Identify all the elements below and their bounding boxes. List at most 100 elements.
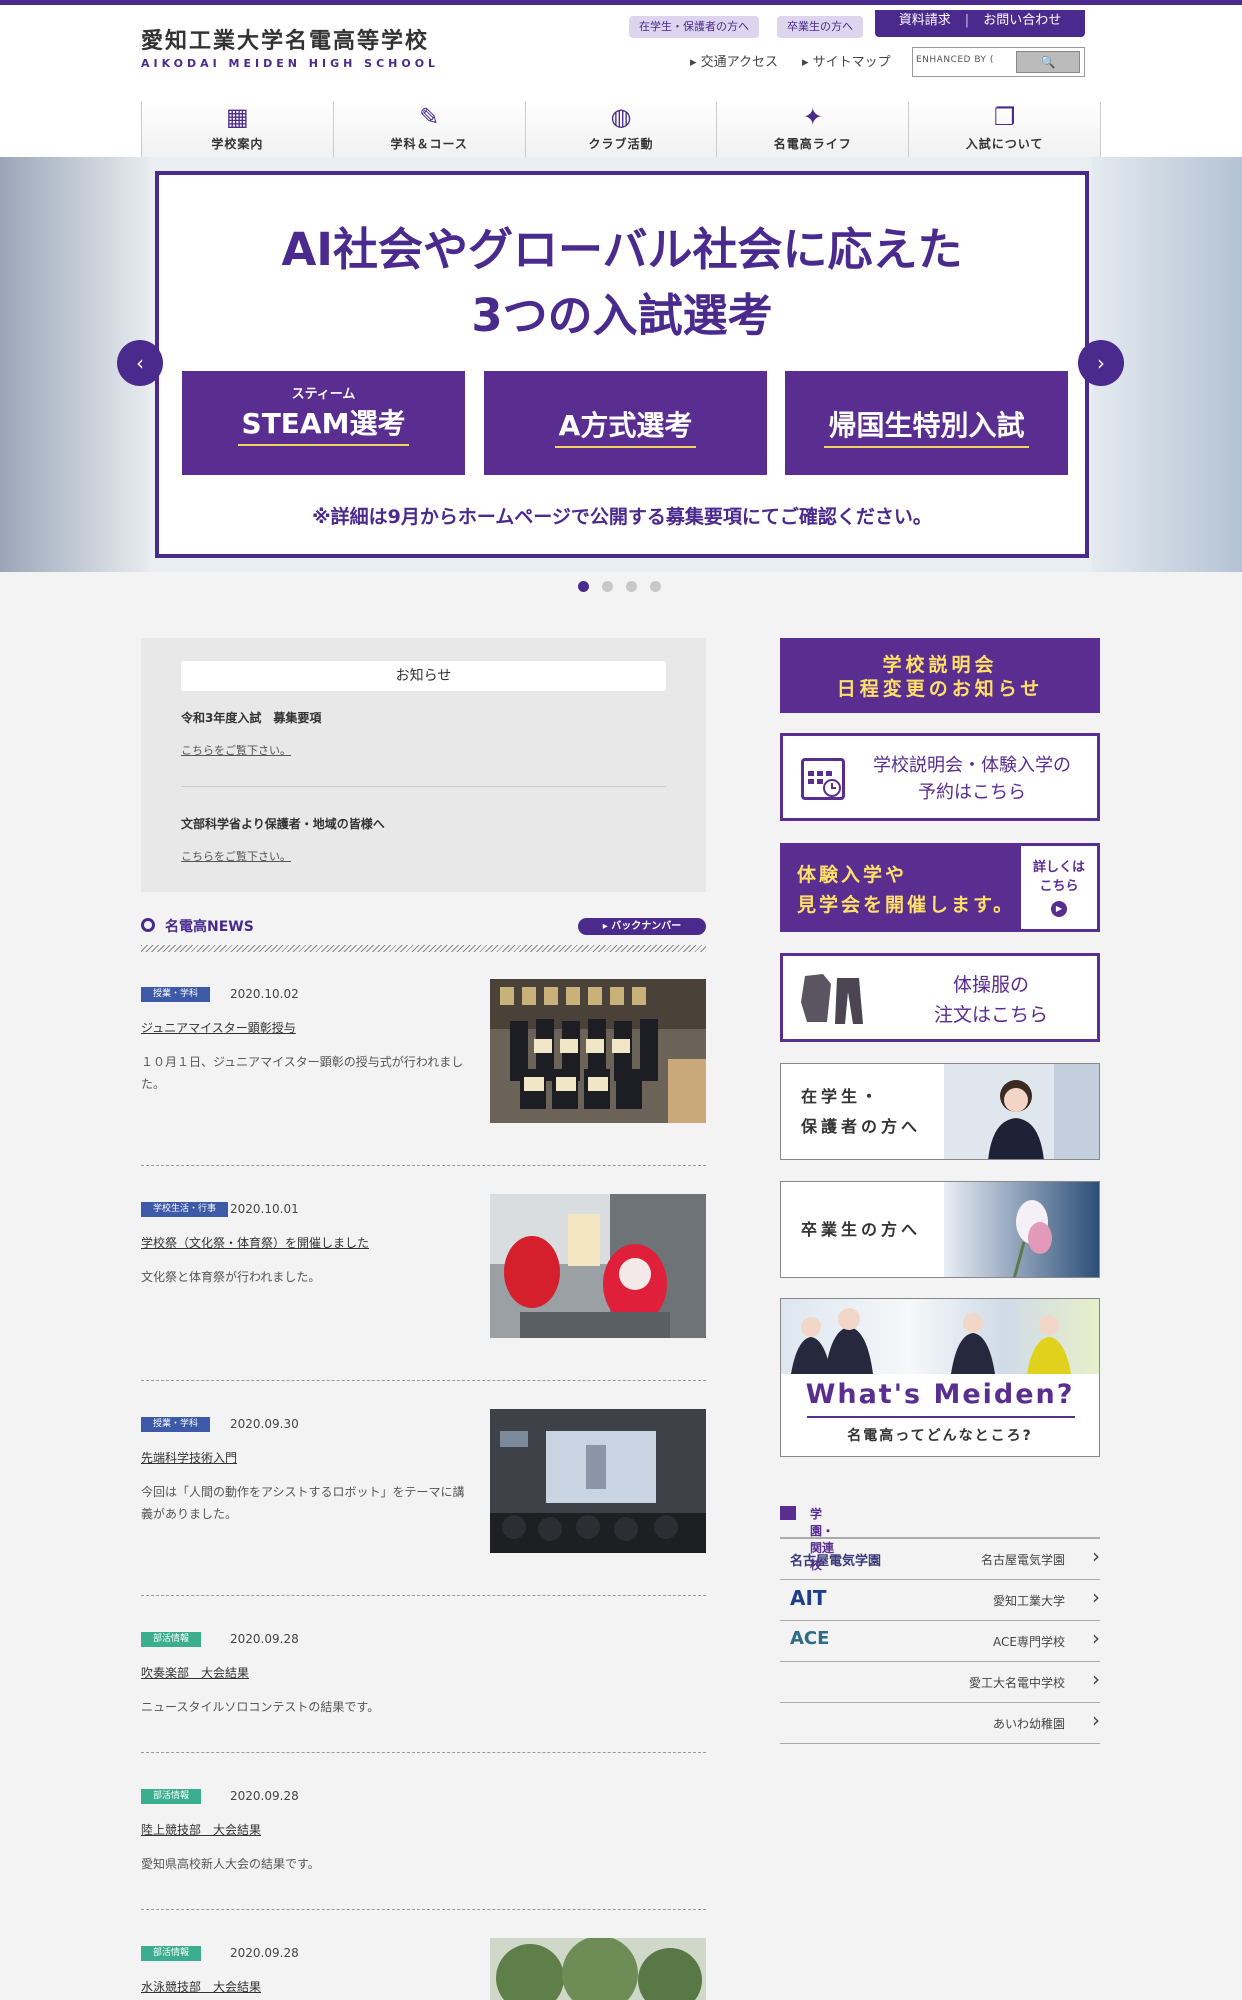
details-line: こちら: [1039, 879, 1079, 894]
banner-line: 在学生・: [801, 1087, 882, 1106]
nav-item-clubs[interactable]: ◍ クラブ活動: [524, 102, 717, 161]
building-icon: ▦: [226, 103, 249, 131]
news-title-link[interactable]: 先端科学技術入門: [141, 1449, 237, 1466]
news-divider: [141, 1595, 706, 1596]
graduates-banner[interactable]: 卒業生の方へ: [780, 1181, 1100, 1278]
slider-dot[interactable]: [578, 581, 589, 592]
news-title-link[interactable]: ジュニアマイスター顕彰授与: [141, 1019, 296, 1036]
nav-item-school-guide[interactable]: ▦ 学校案内: [141, 102, 333, 161]
nav-label: 名電高ライフ: [773, 137, 852, 151]
slider-dot[interactable]: [602, 581, 613, 592]
hero-banner[interactable]: AI社会やグローバル社会に応えた 3つの入試選考 スティーム STEAM選考 A…: [155, 171, 1089, 558]
details-button[interactable]: 詳しくは こちら ▶: [1021, 846, 1097, 929]
related-name: ACE専門学校: [993, 1635, 1065, 1649]
slider-dot[interactable]: [626, 581, 637, 592]
search-box[interactable]: ENHANCED BY ( 🔍: [912, 47, 1085, 77]
related-item-nagoya-denki[interactable]: 名古屋電気学園 名古屋電気学園 ›: [780, 1539, 1100, 1580]
news-tag: 授業・学科: [141, 1417, 211, 1432]
slider-dot[interactable]: [650, 581, 661, 592]
news-body: 文化祭と体育祭が行われました。: [141, 1270, 321, 1284]
news-body: 愛知県高校新人大会の結果です。: [141, 1857, 320, 1871]
returnee-admission-button[interactable]: 帰国生特別入試: [785, 371, 1068, 475]
news-divider: [141, 1380, 706, 1381]
news-photo-festival[interactable]: [490, 1194, 706, 1338]
related-item-ace[interactable]: ACE ACE専門学校 ›: [780, 1621, 1100, 1662]
slider-prev-button[interactable]: ‹: [117, 340, 163, 386]
slider-dots: [578, 581, 661, 592]
notice-item-2-link[interactable]: こちらをご覧下さい。: [181, 848, 291, 864]
circle-bullet-icon: [141, 918, 155, 932]
slider-next-button[interactable]: ›: [1078, 340, 1124, 386]
uniform-text: 体操服の 注文はこちら: [901, 970, 1081, 1030]
news-divider: [141, 1165, 706, 1166]
backnumber-button[interactable]: ▸ バックナンバー: [578, 918, 706, 935]
banner-line: 体操服の: [952, 974, 1029, 996]
news-title-link[interactable]: 水泳競技部 大会結果: [141, 1978, 261, 1995]
notice-title: お知らせ: [181, 661, 666, 691]
logo-japanese[interactable]: 愛知工業大学名電高等学校: [141, 23, 429, 55]
logo-english[interactable]: AIKODAI MEIDEN HIGH SCHOOL: [141, 57, 439, 70]
notice-item-1-link[interactable]: こちらをご覧下さい。: [181, 742, 291, 758]
students-parents-banner[interactable]: 在学生・ 保護者の方へ: [780, 1063, 1100, 1160]
chevron-right-icon: ›: [1097, 351, 1105, 375]
info-session-schedule-banner[interactable]: 学校説明会 日程変更のお知らせ: [780, 638, 1100, 713]
hero-title-line1: AI社会やグローバル社会に応えた: [281, 223, 963, 276]
news-date: 2020.10.01: [230, 1202, 299, 1216]
access-link[interactable]: ▸ 交通アクセス: [690, 51, 778, 70]
related-item-kindergarten[interactable]: あいわ幼稚園 ›: [780, 1703, 1100, 1744]
ball-icon: ◍: [610, 103, 632, 131]
news-title-link[interactable]: 吹奏楽部 大会結果: [141, 1664, 249, 1681]
banner-line: 日程変更のお知らせ: [836, 678, 1044, 700]
access-label: 交通アクセス: [700, 55, 779, 70]
site-header: 愛知工業大学名電高等学校 AIKODAI MEIDEN HIGH SCHOOL …: [0, 5, 1242, 162]
related-item-junior-high[interactable]: 愛工大名電中学校 ›: [780, 1662, 1100, 1703]
news-tag: 部活情報: [141, 1946, 202, 1961]
banner-text: 卒業生の方へ: [801, 1220, 922, 1239]
nav-label: 学科＆コース: [390, 137, 468, 151]
news-title: 名電高NEWS: [165, 919, 254, 935]
banner-line: 注文はこちら: [933, 1004, 1048, 1026]
nav-item-school-life[interactable]: ✦ 名電高ライフ: [716, 102, 909, 161]
news-title-link[interactable]: 学校祭（文化祭・体育祭）を開催しました: [141, 1234, 369, 1251]
chevron-right-icon: ›: [1092, 1667, 1100, 1691]
whats-meiden-banner[interactable]: What's Meiden? 名電高ってどんなところ?: [780, 1298, 1100, 1457]
banner-line: 見学会を開催します。: [797, 894, 1016, 916]
chevron-right-icon: ›: [1092, 1708, 1100, 1732]
nagoya-denki-logo: 名古屋電気学園: [790, 1554, 882, 1569]
news-date: 2020.09.28: [230, 1789, 299, 1803]
whats-divider: [807, 1416, 1075, 1418]
a-method-selection-button[interactable]: A方式選考: [484, 371, 767, 475]
news-tag: 部活情報: [141, 1789, 202, 1804]
nav-label: クラブ活動: [588, 137, 654, 151]
steam-selection-button[interactable]: スティーム STEAM選考: [182, 371, 465, 475]
request-materials-link[interactable]: 資料請求: [899, 10, 951, 37]
hero-slider: AI社会やグローバル社会に応えた 3つの入試選考 スティーム STEAM選考 A…: [0, 157, 1242, 572]
news-title-link[interactable]: 陸上競技部 大会結果: [141, 1821, 261, 1838]
news-photo-lecture[interactable]: [490, 1409, 706, 1553]
details-line: 詳しくは: [1032, 860, 1085, 875]
students-parents-link[interactable]: 在学生・保護者の方へ: [629, 16, 759, 38]
related-item-ait[interactable]: AIT 愛知工業大学 ›: [780, 1580, 1100, 1621]
notice-divider: [181, 786, 666, 787]
chevron-right-icon: ›: [1092, 1626, 1100, 1650]
banner-line: 学校説明会・体験入学の: [873, 755, 1071, 776]
search-input[interactable]: ENHANCED BY (: [916, 55, 994, 65]
whats-meiden-title: What's Meiden?: [805, 1379, 1075, 1410]
trial-admission-banner[interactable]: 体験入学や 見学会を開催します。 詳しくは こちら ▶: [780, 843, 1100, 932]
nav-item-admissions[interactable]: ❐ 入試について: [908, 102, 1101, 161]
chevron-left-icon: ‹: [136, 351, 144, 375]
contact-link[interactable]: お問い合わせ: [983, 10, 1061, 37]
chevron-right-icon: ›: [1092, 1544, 1100, 1568]
info-session-reservation-banner[interactable]: 学校説明会・体験入学の 予約はこちら: [780, 733, 1100, 821]
news-photo-trees[interactable]: [490, 1938, 706, 2000]
nav-item-courses[interactable]: ✎ 学科＆コース: [332, 102, 525, 161]
related-name: 名古屋電気学園: [980, 1553, 1065, 1567]
related-name: あいわ幼稚園: [992, 1717, 1065, 1731]
search-button[interactable]: 🔍: [1016, 51, 1080, 73]
news-photo-award[interactable]: [490, 979, 706, 1123]
graduates-link[interactable]: 卒業生の方へ: [777, 16, 863, 38]
students-photo: [781, 1299, 1099, 1374]
gym-uniform-order-banner[interactable]: 体操服の 注文はこちら: [780, 953, 1100, 1042]
sitemap-link[interactable]: ▸ サイトマップ: [802, 51, 891, 70]
news-tag: 授業・学科: [141, 987, 211, 1002]
